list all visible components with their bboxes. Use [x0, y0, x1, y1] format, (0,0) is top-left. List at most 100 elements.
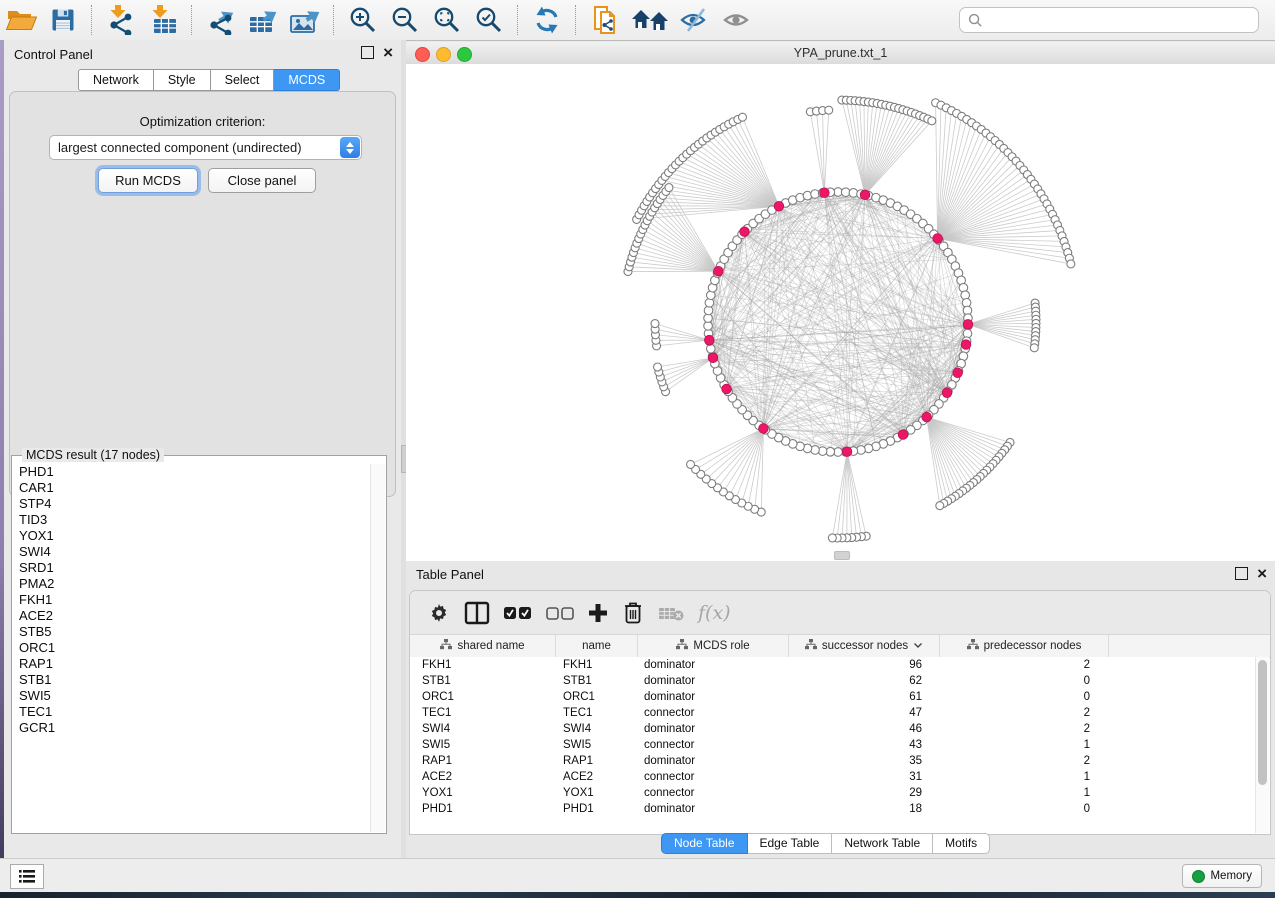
network-canvas[interactable] [406, 64, 1275, 561]
table-row[interactable]: RAP1RAP1dominator352 [410, 753, 1256, 769]
select-all-icon[interactable] [504, 598, 532, 628]
control-panel: Control Panel × NetworkStyleSelectMCDS O… [4, 40, 401, 858]
table-row[interactable]: PHD1PHD1dominator180 [410, 801, 1256, 817]
run-mcds-button[interactable]: Run MCDS [98, 168, 198, 193]
window-controls [415, 47, 472, 62]
open-session-icon[interactable] [3, 4, 39, 36]
search-input[interactable] [989, 12, 1250, 28]
column-header-mcds-role[interactable]: MCDS role [638, 635, 789, 657]
tab-mcds[interactable]: MCDS [274, 69, 340, 91]
table-row[interactable]: STB1STB1dominator620 [410, 673, 1256, 689]
column-label: name [582, 640, 611, 652]
deselect-all-icon[interactable] [546, 598, 574, 628]
column-header-name[interactable]: name [556, 635, 638, 657]
mcds-result-item[interactable]: ACE2 [13, 608, 371, 624]
table-row[interactable]: ORC1ORC1dominator610 [410, 689, 1256, 705]
cell-successor-nodes: 47 [786, 707, 936, 719]
table-panel: Table Panel × [406, 561, 1275, 858]
select-value: largest connected component (undirected) [50, 140, 340, 155]
column-header-successor-nodes[interactable]: successor nodes [789, 635, 940, 657]
close-panel-icon[interactable]: × [383, 47, 393, 58]
columns-icon[interactable] [464, 598, 490, 628]
zoom-window-icon[interactable] [457, 47, 472, 62]
mcds-result-item[interactable]: FKH1 [13, 592, 371, 608]
cell-successor-nodes: 18 [786, 803, 936, 815]
mcds-result-item[interactable]: CAR1 [13, 480, 371, 496]
mcds-result-item[interactable]: RAP1 [13, 656, 371, 672]
show-eye-icon[interactable] [719, 4, 755, 36]
cell-predecessor-nodes: 0 [936, 675, 1104, 687]
table-row[interactable]: FKH1FKH1dominator962 [410, 657, 1256, 673]
toolbar-separator [575, 5, 577, 35]
column-header-shared-name[interactable]: shared name [410, 635, 556, 657]
network-window-titlebar[interactable]: YPA_prune.txt_1 [406, 42, 1275, 65]
float-panel-icon[interactable] [361, 46, 374, 59]
tab-network-table[interactable]: Network Table [832, 833, 933, 854]
export-table-icon[interactable] [245, 4, 281, 36]
shared-column-icon [440, 639, 452, 653]
tab-edge-table[interactable]: Edge Table [748, 833, 833, 854]
sort-chevron-icon[interactable] [913, 640, 923, 652]
table-row[interactable]: TEC1TEC1connector472 [410, 705, 1256, 721]
export-image-icon[interactable] [287, 4, 323, 36]
tab-motifs[interactable]: Motifs [933, 833, 990, 854]
copy-style-icon[interactable] [587, 4, 623, 36]
zoom-selected-icon[interactable] [471, 4, 507, 36]
column-header-empty [1109, 635, 1270, 657]
column-header-predecessor-nodes[interactable]: predecessor nodes [940, 635, 1109, 657]
mcds-result-item[interactable]: STB5 [13, 624, 371, 640]
zoom-out-icon[interactable] [387, 4, 423, 36]
zoom-in-icon[interactable] [345, 4, 381, 36]
mcds-result-item[interactable]: TID3 [13, 512, 371, 528]
gear-icon[interactable] [428, 598, 450, 628]
memory-button[interactable]: Memory [1182, 864, 1262, 888]
mcds-result-item[interactable]: SWI5 [13, 688, 371, 704]
float-panel-icon[interactable] [1235, 567, 1248, 580]
tab-style[interactable]: Style [154, 69, 211, 91]
search-box[interactable] [959, 7, 1259, 33]
task-history-button[interactable] [10, 864, 44, 889]
refresh-layout-icon[interactable] [529, 4, 565, 36]
list-icon [18, 869, 36, 884]
mcds-result-item[interactable]: SWI4 [13, 544, 371, 560]
control-panel-titlebar: Control Panel × [4, 40, 401, 68]
table-row[interactable]: YOX1YOX1connector291 [410, 785, 1256, 801]
cell-shared-name: TEC1 [410, 707, 555, 719]
mcds-result-item[interactable]: ORC1 [13, 640, 371, 656]
table-scrollbar-thumb[interactable] [1258, 660, 1267, 785]
cell-predecessor-nodes: 1 [936, 771, 1104, 783]
add-column-icon[interactable] [588, 598, 608, 628]
mcds-result-item[interactable]: PMA2 [13, 576, 371, 592]
mcds-result-item[interactable]: TEC1 [13, 704, 371, 720]
delete-column-icon[interactable] [622, 598, 644, 628]
tab-node-table[interactable]: Node Table [661, 833, 748, 854]
mcds-list-scrollbar[interactable] [370, 464, 385, 832]
hide-eye-icon[interactable] [677, 4, 713, 36]
network-hscroll-thumb[interactable] [834, 551, 850, 560]
mcds-result-item[interactable]: YOX1 [13, 528, 371, 544]
cell-name: ACE2 [555, 771, 636, 783]
table-scrollbar[interactable] [1255, 657, 1269, 833]
import-network-icon[interactable] [103, 4, 139, 36]
tab-network[interactable]: Network [78, 69, 154, 91]
mcds-result-item[interactable]: STB1 [13, 672, 371, 688]
close-window-icon[interactable] [415, 47, 430, 62]
mcds-result-item[interactable]: GCR1 [13, 720, 371, 736]
table-row[interactable]: ACE2ACE2connector311 [410, 769, 1256, 785]
table-header-row: shared name name MCDS rolesuccessor nodesp… [410, 634, 1270, 658]
home-views-icon[interactable] [629, 4, 671, 36]
tab-select[interactable]: Select [211, 69, 275, 91]
import-table-icon[interactable] [145, 4, 181, 36]
export-network-icon[interactable] [203, 4, 239, 36]
table-row[interactable]: SWI5SWI5connector431 [410, 737, 1256, 753]
mcds-result-item[interactable]: STP4 [13, 496, 371, 512]
zoom-fit-icon[interactable] [429, 4, 465, 36]
optimization-criterion-select[interactable]: largest connected component (undirected) [49, 135, 362, 160]
table-row[interactable]: SWI4SWI4dominator462 [410, 721, 1256, 737]
close-panel-button[interactable]: Close panel [208, 168, 316, 193]
close-panel-icon[interactable]: × [1257, 568, 1267, 579]
minimize-window-icon[interactable] [436, 47, 451, 62]
mcds-result-item[interactable]: SRD1 [13, 560, 371, 576]
mcds-result-item[interactable]: PHD1 [13, 464, 371, 480]
save-session-icon[interactable] [45, 4, 81, 36]
